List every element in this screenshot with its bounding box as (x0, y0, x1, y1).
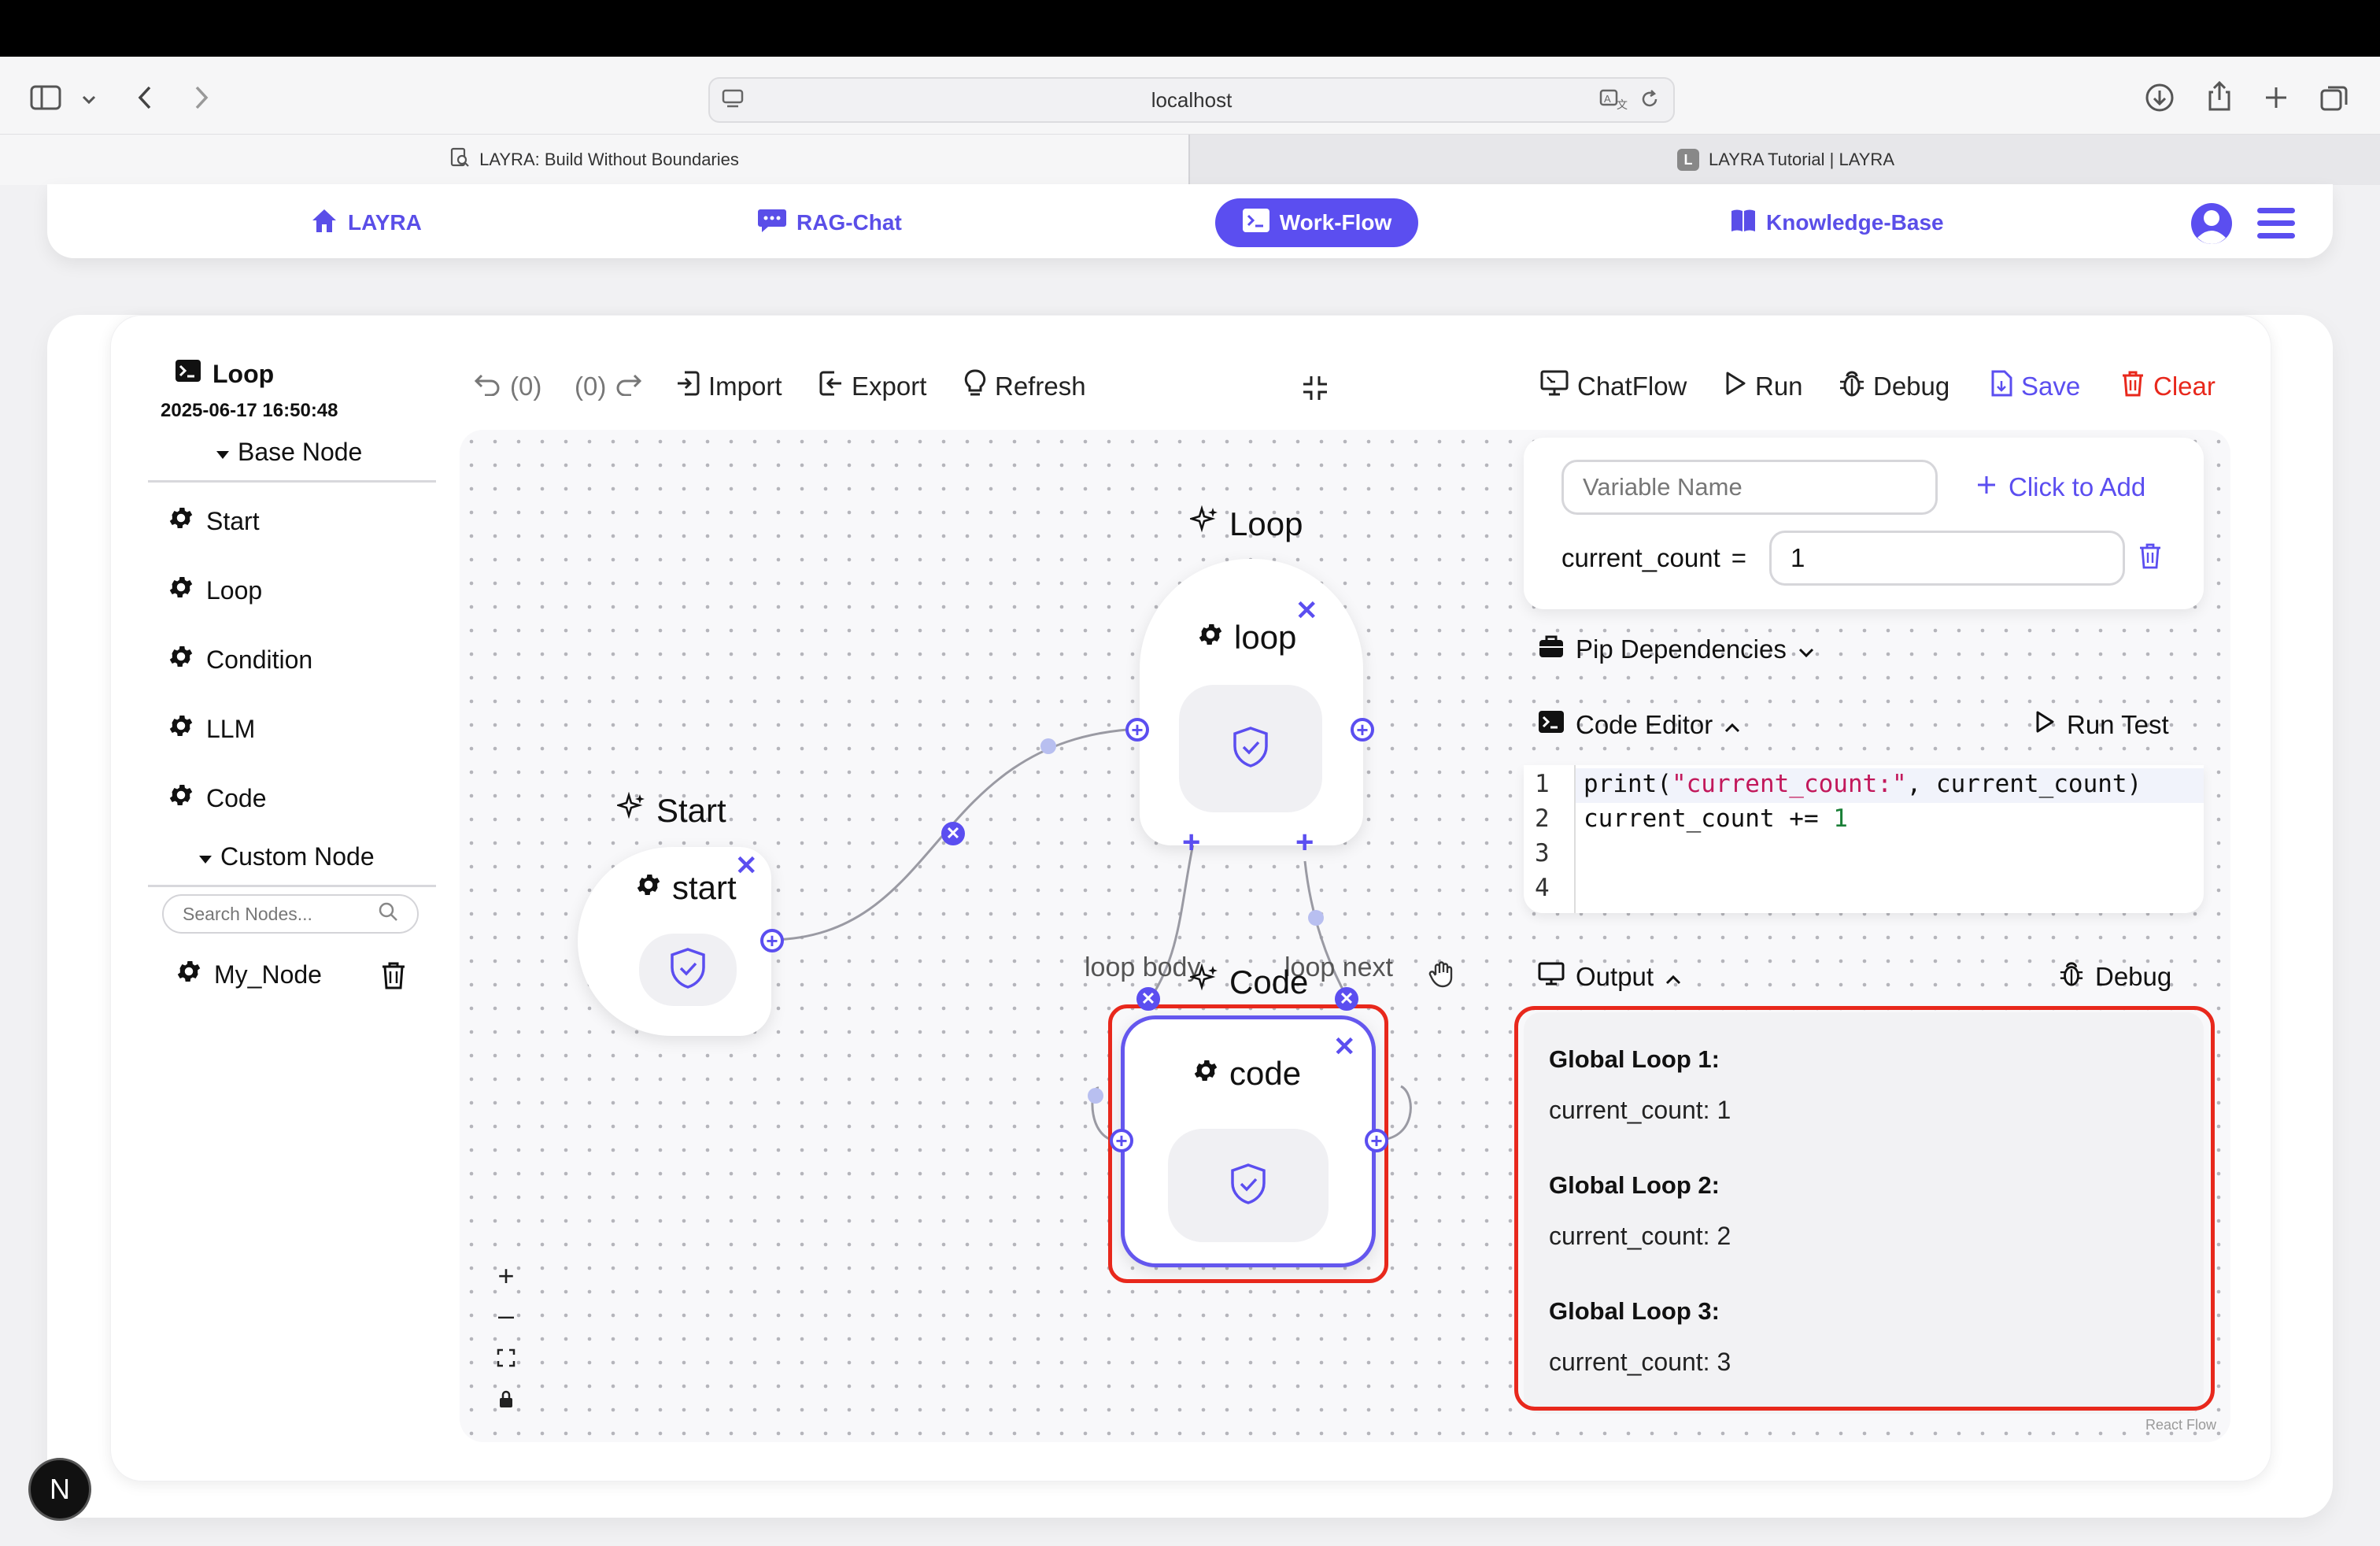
edge-label-loop-body: loop body (1085, 952, 1201, 982)
chevron-up-icon (1724, 710, 1741, 740)
code-token-string: "current_count:" (1671, 770, 1907, 798)
close-icon[interactable]: ✕ (1333, 1031, 1356, 1063)
line-number: 3 (1535, 839, 1550, 867)
start-output-handle[interactable]: + (760, 929, 784, 952)
line-number-gutter (1524, 765, 1576, 913)
variable-value: 1 (1791, 543, 1805, 572)
button-label: Run Test (2067, 710, 2169, 739)
code-input-handle[interactable]: + (1110, 1129, 1133, 1152)
trash-icon[interactable] (2138, 542, 2163, 574)
loop-node-name: loop (1196, 619, 1296, 656)
shield-check-box (1179, 685, 1322, 812)
shield-check-box (1168, 1129, 1329, 1242)
chevron-up-icon (1665, 962, 1682, 992)
code-token: print( (1584, 770, 1672, 798)
run-test-button[interactable]: Run Test (2034, 705, 2169, 745)
node-name-label: start (672, 869, 737, 906)
equals-sign: = (1731, 543, 1747, 572)
output-loop-value: current_count: 3 (1549, 1348, 1731, 1376)
line-number: 4 (1535, 874, 1550, 902)
sparkles-icon (1188, 963, 1220, 1001)
line-number: 2 (1535, 804, 1550, 833)
output-debug-button[interactable]: Debug (2059, 957, 2171, 997)
node-title-label: Loop (1229, 505, 1303, 542)
loop-body-handle[interactable]: + (1182, 825, 1200, 860)
gear-icon (1196, 619, 1225, 656)
variable-value-input[interactable]: 1 (1769, 531, 2125, 586)
plus-icon (1975, 472, 1998, 502)
code-line: current_count += 1 (1584, 804, 1848, 833)
play-icon (2034, 710, 2056, 740)
section-label: Pip Dependencies (1576, 634, 1787, 664)
code-line: print("current_count:", current_count) (1584, 770, 2142, 798)
shield-check-icon (667, 946, 708, 994)
section-label: Code Editor (1576, 710, 1713, 739)
start-node-name: start (634, 869, 737, 907)
shield-check-icon (1230, 725, 1271, 773)
code-output-handle[interactable]: + (1365, 1129, 1388, 1152)
loop-next-handle[interactable]: + (1295, 825, 1314, 860)
code-node-title: Code (1188, 963, 1309, 1001)
node-title-label: Code (1229, 963, 1309, 1000)
output-loop-value: current_count: 1 (1549, 1096, 1731, 1124)
output-loop-label: Global Loop 3: (1549, 1297, 1720, 1325)
bug-icon (2059, 960, 2084, 993)
variable-key: current_count (1561, 543, 1720, 572)
loop-node-title: Loop (1188, 505, 1303, 543)
line-number: 1 (1535, 770, 1550, 798)
code-token-number: 1 (1833, 804, 1848, 833)
monitor-icon (1538, 961, 1565, 993)
variable-placeholder: Variable Name (1583, 473, 1743, 501)
start-node-title: Start (615, 791, 726, 830)
code-node-name: code (1192, 1055, 1301, 1093)
nextjs-badge[interactable]: N (28, 1458, 91, 1521)
code-token: , current_count) (1906, 770, 2142, 798)
shield-check-icon (1228, 1162, 1269, 1210)
loop-output-handle[interactable]: + (1351, 718, 1374, 742)
lock-icon[interactable] (493, 1385, 519, 1412)
output-loop-label: Global Loop 1: (1549, 1045, 1720, 1073)
section-label: Output (1576, 962, 1654, 991)
terminal-icon (1538, 710, 1565, 740)
edge-delete-icon[interactable]: ✕ (1335, 987, 1358, 1011)
edge-delete-icon[interactable]: ✕ (1136, 987, 1160, 1011)
close-icon[interactable]: ✕ (1295, 595, 1318, 627)
shield-check-box (639, 934, 737, 1006)
sparkles-icon (615, 791, 647, 830)
fit-view-icon[interactable] (493, 1344, 519, 1371)
output-loop-label: Global Loop 2: (1549, 1171, 1720, 1199)
code-token: current_count += (1584, 804, 1834, 833)
edge-delete-icon[interactable]: ✕ (941, 822, 965, 845)
loop-input-handle[interactable]: + (1125, 718, 1149, 742)
variable-row: current_count = (1561, 538, 1746, 578)
chevron-down-icon (1798, 634, 1815, 664)
zoom-in-icon[interactable]: + (493, 1259, 519, 1292)
variable-name-input[interactable]: Variable Name (1561, 460, 1938, 515)
grab-hand-icon (1428, 959, 1456, 993)
close-icon[interactable]: ✕ (735, 850, 758, 882)
pip-dependencies-toggle[interactable]: Pip Dependencies (1538, 630, 1815, 669)
click-to-add-button[interactable]: Click to Add (1975, 468, 2145, 507)
gear-icon (1192, 1055, 1220, 1093)
button-label: Click to Add (2009, 472, 2146, 501)
node-title-label: Start (656, 792, 726, 829)
code-editor-toggle[interactable]: Code Editor (1538, 705, 1741, 745)
sparkles-icon (1188, 505, 1220, 543)
react-flow-attribution[interactable]: React Flow (2145, 1417, 2216, 1433)
node-name-label: code (1229, 1055, 1302, 1092)
zoom-out-icon[interactable]: – (493, 1299, 519, 1331)
briefcase-icon (1538, 634, 1565, 665)
output-loop-value: current_count: 2 (1549, 1222, 1731, 1250)
button-label: Debug (2095, 962, 2172, 991)
output-toggle[interactable]: Output (1538, 957, 1682, 997)
node-name-label: loop (1234, 619, 1297, 656)
gear-icon (634, 869, 663, 907)
